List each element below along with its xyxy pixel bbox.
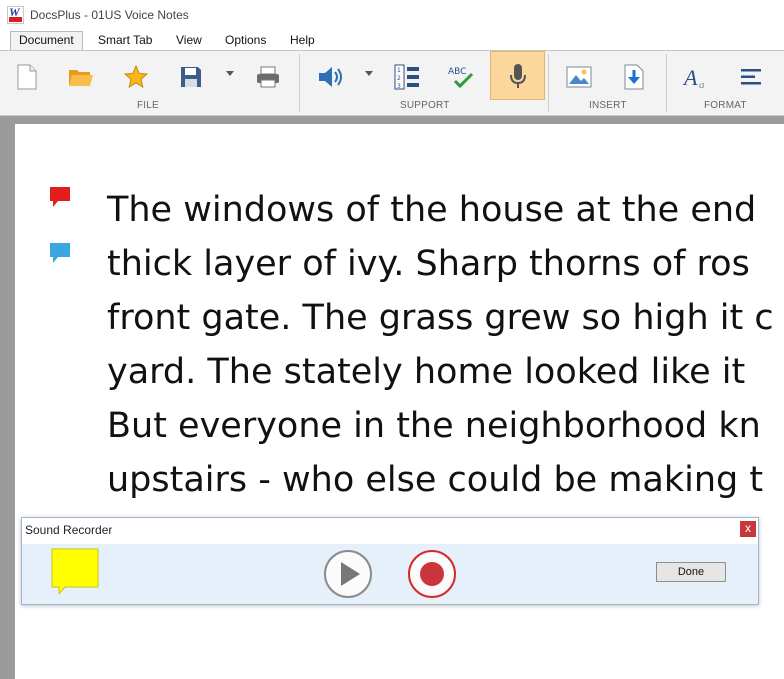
speaker-button[interactable] — [312, 55, 350, 99]
font-icon: A a — [683, 65, 705, 90]
svg-text:2: 2 — [397, 75, 401, 82]
speaker-dropdown-icon[interactable] — [365, 71, 373, 76]
done-button[interactable]: Done — [656, 562, 726, 582]
spell-check-button[interactable]: ABC — [442, 55, 480, 99]
numbered-list-button[interactable]: 1 2 3 — [388, 55, 426, 99]
document-text[interactable]: The windows of the house at the end thic… — [107, 183, 784, 507]
record-button[interactable] — [407, 549, 457, 599]
document-line: yard. The stately home looked like it — [107, 352, 746, 392]
ribbon-separator — [666, 54, 667, 112]
save-button[interactable] — [172, 55, 210, 99]
group-label-support: SUPPORT — [400, 100, 450, 111]
play-button[interactable] — [323, 549, 373, 599]
svg-text:a: a — [699, 79, 705, 90]
favorite-button[interactable] — [117, 55, 155, 99]
document-line: The windows of the house at the end — [107, 190, 757, 230]
menu-options[interactable]: Options — [225, 33, 266, 47]
group-label-format: FORMAT — [704, 100, 747, 111]
save-dropdown-icon[interactable] — [226, 71, 234, 76]
voice-note-button[interactable] — [490, 51, 545, 100]
insert-picture-button[interactable] — [560, 55, 598, 99]
picture-icon — [566, 66, 592, 88]
dialog-title: Sound Recorder — [25, 523, 113, 537]
star-icon — [123, 64, 149, 89]
document-line: upstairs - who else could be making t — [107, 460, 764, 500]
numbered-list-icon: 1 2 3 — [394, 64, 419, 90]
ribbon-toolbar: FILE 1 2 3 ABC SUPPORT INSERT A a FORMAT — [0, 51, 784, 116]
group-label-insert: INSERT — [589, 100, 627, 111]
comment-marker-red-icon[interactable] — [48, 185, 72, 209]
menu-view[interactable]: View — [176, 33, 202, 47]
spell-check-icon: ABC — [448, 67, 474, 89]
printer-icon — [257, 66, 279, 88]
sound-recorder-dialog: Sound Recorder x Done — [21, 517, 759, 605]
document-line: thick layer of ivy. Sharp thorns of ros — [107, 244, 750, 284]
app-logo-icon: W — [7, 5, 24, 24]
menu-help[interactable]: Help — [290, 33, 315, 47]
title-bar: W DocsPlus - 01US Voice Notes — [0, 0, 784, 30]
new-document-button[interactable] — [8, 55, 46, 99]
voice-note-icon[interactable] — [51, 548, 99, 594]
svg-text:A: A — [683, 65, 698, 90]
document-line: front gate. The grass grew so high it c — [107, 298, 774, 338]
ribbon-separator — [299, 54, 300, 112]
spell-check-abc-label: ABC — [448, 67, 466, 77]
print-button[interactable] — [249, 55, 287, 99]
menu-smart-tab[interactable]: Smart Tab — [98, 33, 152, 47]
insert-file-icon — [624, 64, 644, 90]
open-folder-icon — [69, 70, 93, 86]
comment-marker-blue-icon[interactable] — [48, 241, 72, 265]
close-icon[interactable]: x — [740, 521, 756, 537]
dialog-body: Done — [22, 544, 758, 604]
window-title: DocsPlus - 01US Voice Notes — [30, 8, 189, 22]
paragraph-align-button[interactable] — [732, 55, 770, 99]
microphone-icon — [509, 63, 526, 88]
svg-text:1: 1 — [397, 67, 401, 74]
new-document-icon — [17, 64, 37, 90]
save-disk-icon — [181, 67, 201, 87]
svg-text:3: 3 — [397, 83, 401, 90]
align-left-icon — [741, 69, 761, 85]
menu-bar: Document Smart Tab View Options Help — [0, 30, 784, 51]
ribbon-separator — [548, 54, 549, 112]
record-icon — [420, 562, 444, 586]
open-folder-button[interactable] — [62, 55, 100, 99]
speaker-icon — [319, 67, 342, 87]
insert-file-button[interactable] — [615, 55, 653, 99]
document-line: But everyone in the neighborhood kn — [107, 406, 761, 446]
menu-document[interactable]: Document — [10, 31, 83, 50]
group-label-file: FILE — [137, 100, 159, 111]
font-button[interactable]: A a — [678, 55, 716, 99]
